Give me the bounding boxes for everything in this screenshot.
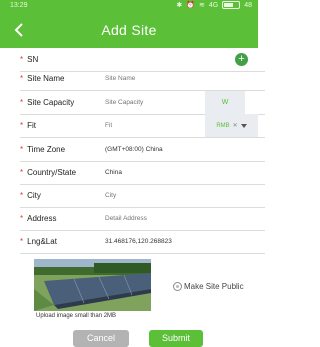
city-label: * City xyxy=(20,191,105,200)
time-zone-value: (GMT+08:00) China xyxy=(105,146,163,153)
address-row: * Address xyxy=(20,207,265,231)
site-name-label: * Site Name xyxy=(20,74,105,83)
sn-label-text: SN xyxy=(27,55,39,64)
time-zone-row[interactable]: * Time Zone (GMT+08:00) China xyxy=(20,138,265,162)
battery-icon xyxy=(222,1,241,9)
site-capacity-label-text: Site Capacity xyxy=(27,98,75,107)
currency-select[interactable]: RMB ✕ xyxy=(205,114,258,137)
lng-lat-label-text: Lng&Lat xyxy=(27,237,57,246)
alarm-icon: ⏰ xyxy=(186,2,195,9)
required-mark: * xyxy=(20,145,24,154)
bluetooth-icon: ✱ xyxy=(176,2,183,9)
plus-circle-icon[interactable]: + xyxy=(235,53,248,66)
fit-label-text: Fit xyxy=(27,121,37,130)
address-input[interactable] xyxy=(105,215,185,222)
country-state-label-text: Country/State xyxy=(27,168,77,177)
signal-text: 4G xyxy=(208,1,219,9)
lng-lat-row[interactable]: * Lng&Lat 31.468176,120.268823 xyxy=(20,230,265,254)
title-bar: Add Site xyxy=(0,12,258,48)
make-public-toggle[interactable]: Make Site Public xyxy=(173,282,244,291)
status-icons: ✱ ⏰ ≋ 4G 48 xyxy=(176,1,252,9)
time-zone-label-text: Time Zone xyxy=(27,145,66,154)
status-bar: 13:29 ✱ ⏰ ≋ 4G 48 xyxy=(0,0,258,12)
country-state-row[interactable]: * Country/State China xyxy=(20,161,265,185)
site-photo[interactable] xyxy=(34,259,151,311)
submit-button[interactable]: Submit xyxy=(149,330,203,347)
page-title: Add Site xyxy=(101,22,157,38)
required-mark: * xyxy=(20,237,24,246)
lng-lat-label: * Lng&Lat xyxy=(20,237,105,246)
make-public-label: Make Site Public xyxy=(184,282,244,291)
site-name-label-text: Site Name xyxy=(27,74,65,83)
site-name-input[interactable] xyxy=(105,75,185,82)
clear-icon[interactable]: ✕ xyxy=(233,122,238,129)
required-mark: * xyxy=(20,168,24,177)
fit-label: * Fit xyxy=(20,121,105,130)
currency-value: RMB xyxy=(216,122,230,129)
required-mark: * xyxy=(20,214,24,223)
status-time: 13:29 xyxy=(10,2,28,9)
make-public-radio[interactable] xyxy=(173,282,182,291)
site-name-row: * Site Name xyxy=(20,67,265,91)
required-mark: * xyxy=(20,98,24,107)
city-label-text: City xyxy=(27,191,41,200)
upload-caption: Upload image small than 2MB xyxy=(36,313,117,319)
country-state-label: * Country/State xyxy=(20,168,105,177)
city-input[interactable] xyxy=(105,192,185,199)
required-mark: * xyxy=(20,74,24,83)
required-mark: * xyxy=(20,121,24,130)
chevron-down-icon xyxy=(240,123,247,128)
site-capacity-input[interactable] xyxy=(105,99,185,106)
capacity-unit: W xyxy=(205,91,245,114)
city-row: * City xyxy=(20,184,265,208)
address-label: * Address xyxy=(20,214,105,223)
address-label-text: Address xyxy=(27,214,57,223)
site-capacity-label: * Site Capacity xyxy=(20,98,105,107)
wifi-icon: ≋ xyxy=(198,2,205,9)
cancel-button[interactable]: Cancel xyxy=(73,330,129,347)
time-zone-label: * Time Zone xyxy=(20,145,105,154)
sn-label: * SN xyxy=(20,55,105,64)
required-mark: * xyxy=(20,55,24,64)
country-state-value: China xyxy=(105,169,122,176)
lng-lat-value: 31.468176,120.268823 xyxy=(105,238,172,245)
battery-level: 48 xyxy=(244,1,252,9)
fit-input[interactable] xyxy=(105,122,185,129)
required-mark: * xyxy=(20,191,24,200)
